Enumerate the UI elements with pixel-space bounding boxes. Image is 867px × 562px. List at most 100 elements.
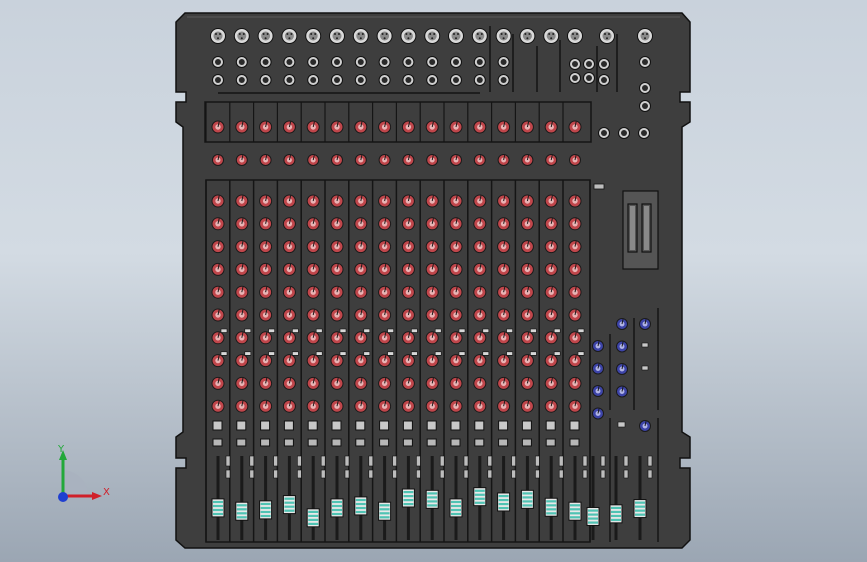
fader-cap-stripe-15	[546, 504, 557, 507]
solo-button-ch8	[379, 438, 390, 447]
solo-button-ch7	[355, 438, 366, 447]
master-indicator	[593, 183, 605, 190]
switch-led-ch3	[268, 351, 275, 356]
switch-led-ch6	[339, 351, 347, 356]
fader-cap-stripe-15	[546, 512, 557, 515]
stereo-jack-3-hole	[572, 75, 578, 81]
mute-button-ch3	[260, 420, 271, 431]
line-in-jack-ch13-hole	[500, 59, 507, 65]
xlr-jack-ch5-pin	[314, 33, 317, 35]
xlr-jack-ch8-pin	[383, 37, 386, 40]
switch-led-ch4	[292, 351, 299, 356]
fader-cap-stripe-8	[379, 512, 390, 515]
fader-scale-mark-18	[623, 455, 629, 467]
fader-scale-mark-12	[487, 455, 493, 467]
fader-cap-stripe-3	[260, 510, 271, 514]
fader-cap-stripe-13	[498, 494, 509, 498]
fader-scale-mark-14	[535, 455, 540, 467]
xlr-jack-main-pin	[646, 33, 648, 35]
xlr-jack-ch12-pin	[478, 37, 481, 40]
fader-scale-mark-8	[392, 455, 397, 467]
fader-cap-stripe-1	[213, 512, 223, 516]
fader-scale-mark-19	[647, 455, 653, 467]
fader-cap-stripe-17	[588, 513, 598, 516]
fader-cap-stripe-4	[284, 501, 295, 504]
fader-cap-stripe-6	[332, 512, 342, 516]
fader-cap-stripe-8	[379, 504, 390, 507]
switch-led-ch2	[244, 351, 252, 356]
insert-jack-ch6-hole	[334, 77, 340, 83]
xlr-jack-ch5-pin	[310, 33, 313, 35]
fader-scale-mark-b-14	[535, 469, 540, 479]
stereo-jack-5-hole	[601, 61, 607, 67]
insert-jack-ch11-hole	[453, 77, 459, 83]
insert-jack-ch4-hole	[286, 77, 293, 83]
stereo-jack-6-hole	[601, 77, 607, 83]
solo-button-ch10	[426, 438, 437, 447]
fader-cap-stripe-5	[308, 514, 319, 517]
mute-button-ch12	[474, 420, 485, 431]
insert-jack-ch9-hole	[405, 77, 412, 83]
fader-cap-stripe-6	[332, 508, 342, 512]
fader-scale-mark-b-2	[249, 469, 255, 479]
fader-cap-stripe-1	[213, 508, 223, 512]
mute-button-ch4	[283, 420, 294, 431]
fader-scale-mark-2	[249, 455, 255, 467]
fader-slot-17	[591, 456, 595, 540]
triad-plane-shadow	[62, 470, 88, 496]
x-axis-arrowhead	[92, 492, 102, 500]
insert-jack-ch3-hole	[262, 77, 269, 83]
line-in-jack-ch6-hole	[334, 59, 340, 65]
switch-led-ch11	[458, 351, 466, 356]
xlr-jack-ch4-pin	[286, 33, 289, 35]
switch-led-ch10	[434, 351, 442, 356]
fader-cap-stripe-4	[284, 497, 295, 500]
stereo-jack-4-hole	[586, 75, 592, 81]
switch-led-ch5	[315, 328, 323, 333]
fader-scale-mark-11	[463, 455, 469, 467]
line-in-jack-ch8-hole	[381, 59, 388, 65]
fader-cap-stripe-9	[403, 503, 414, 506]
fader-slot-6	[335, 456, 339, 540]
mute-button-ch13	[498, 420, 509, 431]
fader-scale-mark-7	[368, 455, 374, 467]
fader-cap-stripe-17	[588, 517, 598, 520]
xlr-jack-ch15-pin	[548, 33, 551, 35]
mute-button-ch1	[212, 420, 223, 431]
monitor-jack-1-hole	[601, 130, 607, 136]
fader-scale-mark-b-1	[225, 469, 231, 479]
fader-cap-stripe-17	[588, 521, 598, 524]
xlr-jack-main-pin	[644, 37, 646, 40]
y-axis-label: Y	[57, 444, 65, 455]
fader-scale-mark-6	[344, 455, 350, 467]
solo-button-ch12	[474, 438, 485, 447]
fader-cap-stripe-16	[570, 516, 580, 519]
main-out-jack-a-hole	[642, 59, 648, 65]
xlr-jack-ch9-pin	[409, 33, 412, 35]
switch-led-ch7	[363, 351, 371, 356]
xlr-jack-ch16-pin	[572, 33, 574, 35]
xlr-jack-ch9-pin	[407, 37, 410, 40]
meter-right-fill	[644, 206, 649, 250]
fader-scale-mark-b-12	[487, 469, 493, 479]
xlr-jack-main-pin	[642, 33, 644, 35]
fader-cap-stripe-7	[355, 510, 366, 514]
insert-jack-ch10-hole	[429, 77, 436, 83]
switch-led-ch14	[530, 351, 537, 356]
fader-cap-stripe-5	[308, 510, 319, 513]
switch-led-ch11	[458, 328, 466, 333]
fader-slot-2	[240, 456, 244, 540]
mute-button-ch7	[355, 420, 366, 431]
insert-jack-ch1-hole	[215, 77, 221, 83]
xlr-jack-ch12-pin	[480, 33, 483, 35]
fader-cap-stripe-2	[236, 504, 247, 507]
xlr-jack-ch4-pin	[290, 33, 293, 35]
axis-triad: Y X	[57, 444, 110, 502]
fader-cap-stripe-10	[427, 492, 438, 495]
line-in-jack-ch10-hole	[429, 59, 436, 65]
fader-scale-mark-b-7	[368, 469, 374, 479]
fader-cap-stripe-1	[213, 504, 223, 508]
solo-button-ch2	[236, 438, 247, 447]
fader-cap-stripe-8	[379, 508, 390, 511]
mixer-3d-viewport	[175, 12, 691, 549]
